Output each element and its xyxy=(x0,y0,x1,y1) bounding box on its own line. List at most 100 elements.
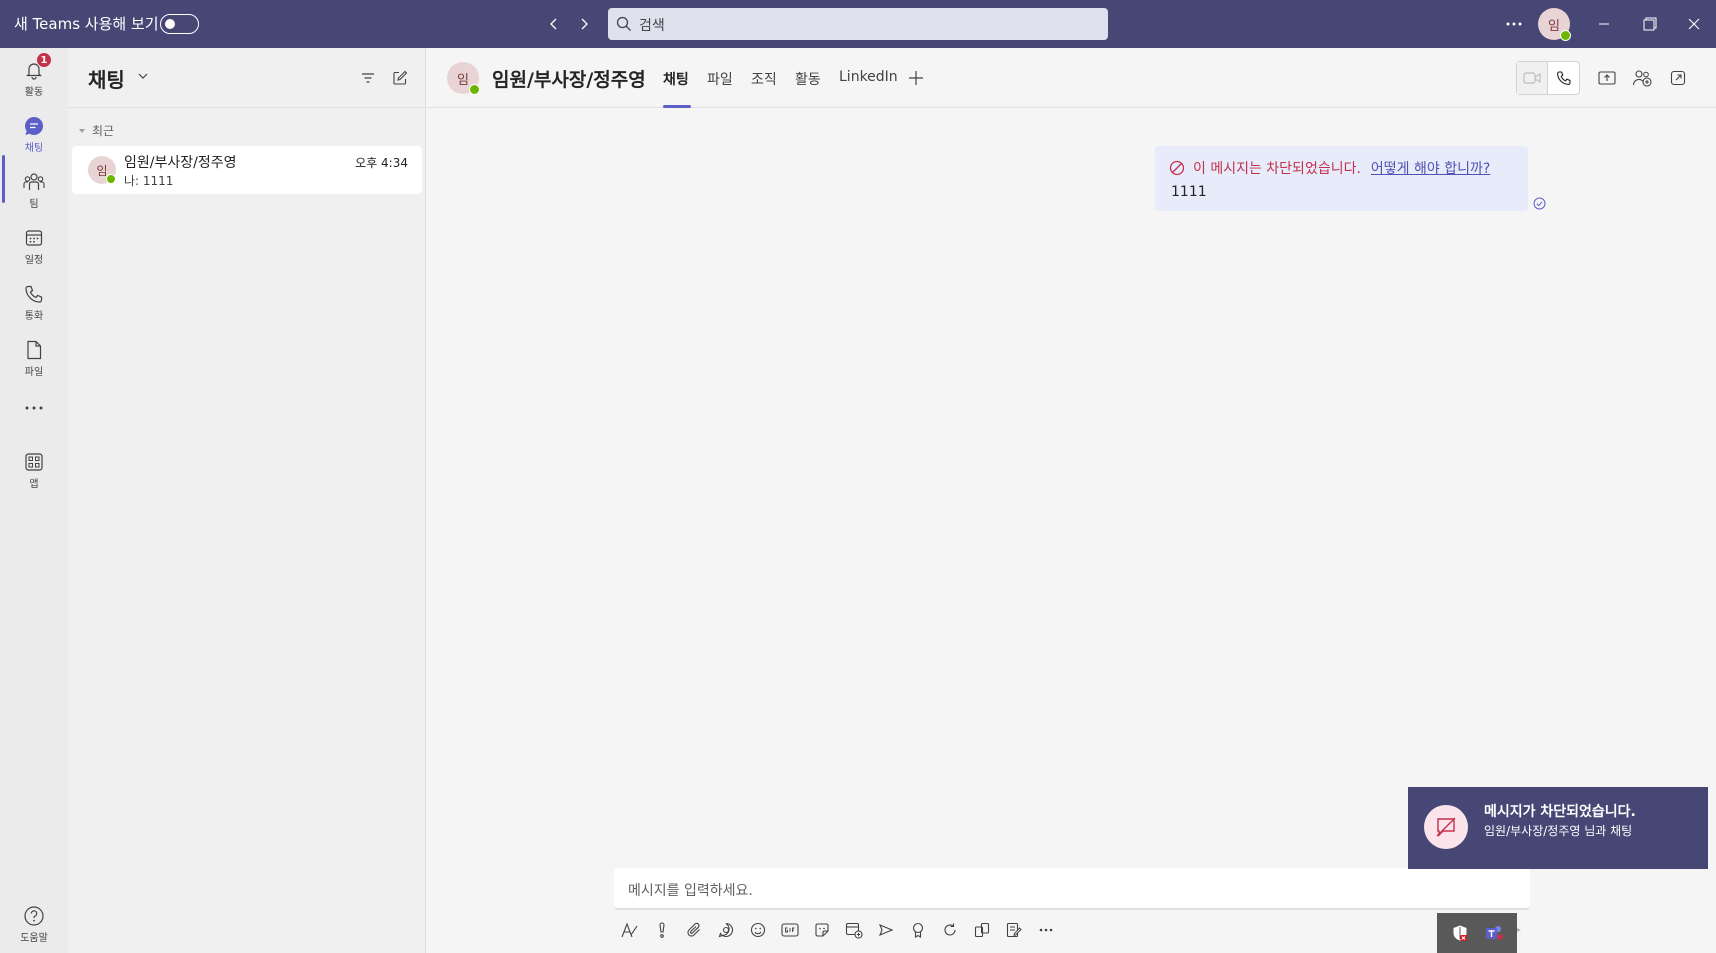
chat-header-name: 임원/부사장/정주영 xyxy=(492,69,646,91)
message-body: 1111 xyxy=(1171,184,1207,200)
exclamation-icon xyxy=(659,922,665,938)
chat-list-header: 채팅 xyxy=(68,48,426,108)
paperclip-icon xyxy=(687,922,700,937)
stream-play-icon xyxy=(879,923,894,937)
more-horizontal-icon xyxy=(1039,928,1053,932)
more-apps-button[interactable] xyxy=(1030,916,1062,944)
chat-item-preview: 나: 1111 xyxy=(124,174,174,188)
chevron-right-icon xyxy=(581,18,588,30)
rail-item-help[interactable]: 도움말 xyxy=(0,898,68,952)
forward-button[interactable] xyxy=(572,12,596,36)
profile-avatar[interactable]: 임 xyxy=(1538,8,1571,41)
chat-item-time: 오후 4:34 xyxy=(355,156,408,170)
share-screen-icon xyxy=(1598,71,1616,85)
rail-label-help: 도움말 xyxy=(20,933,48,944)
compose-icon xyxy=(393,70,408,85)
search-box[interactable]: 검색 xyxy=(608,8,1108,40)
toggle-knob xyxy=(165,19,175,29)
chat-list-item[interactable]: 임 임원/부사장/정주영 나: 1111 오후 4:34 xyxy=(72,146,422,194)
toast-title: 메시지가 차단되었습니다. xyxy=(1484,804,1636,820)
new-chat-button[interactable] xyxy=(388,66,412,90)
chat-list-pane: 채팅 최근 임 임원/부사장/정주영 나: 1111 오후 4:34 xyxy=(68,48,426,953)
app-rail: 1 활동 채팅 팀 일정 통화 파일 앱 도움말 xyxy=(0,48,68,953)
teams-icon xyxy=(23,173,45,190)
stream-button[interactable] xyxy=(870,916,902,944)
audio-call-button[interactable] xyxy=(1548,62,1579,94)
rail-label-activity: 활동 xyxy=(24,87,44,98)
rail-more-apps-button[interactable] xyxy=(0,390,68,430)
back-button[interactable] xyxy=(542,12,566,36)
help-icon xyxy=(24,906,44,926)
recent-section-header[interactable]: 최근 xyxy=(78,122,114,139)
format-button[interactable] xyxy=(614,916,646,944)
schedule-meeting-button[interactable] xyxy=(838,916,870,944)
security-shield-icon[interactable] xyxy=(1451,924,1469,942)
tab-files[interactable]: 파일 xyxy=(707,69,733,89)
phone-icon xyxy=(25,285,43,303)
message-compose-box[interactable]: 메시지를 입력하세요. xyxy=(614,868,1530,910)
gif-button[interactable] xyxy=(774,916,806,944)
sticker-icon xyxy=(815,923,829,937)
tab-linkedin[interactable]: LinkedIn xyxy=(839,69,898,85)
compose-placeholder: 메시지를 입력하세요. xyxy=(628,883,753,899)
sticker-button[interactable] xyxy=(806,916,838,944)
filter-icon xyxy=(362,73,374,83)
more-horizontal-icon xyxy=(25,406,43,410)
call-button-group xyxy=(1516,61,1580,95)
blocked-message-text: 이 메시지는 차단되었습니다. xyxy=(1193,161,1361,177)
tab-activity[interactable]: 활동 xyxy=(795,69,821,89)
video-camera-icon xyxy=(1523,72,1541,84)
rail-item-activity[interactable]: 1 활동 xyxy=(0,52,68,106)
calendar-icon xyxy=(25,230,43,246)
filter-button[interactable] xyxy=(356,66,380,90)
chat-item-name: 임원/부사장/정주영 xyxy=(124,155,237,171)
pop-out-button[interactable] xyxy=(1666,66,1690,90)
message-bubble[interactable]: 이 메시지는 차단되었습니다. 어떻게 해야 합니까? 1111 xyxy=(1155,146,1528,211)
more-horizontal-icon xyxy=(1506,22,1522,26)
presence-available-icon xyxy=(1560,30,1571,41)
close-button[interactable] xyxy=(1680,10,1708,38)
rail-item-chat[interactable]: 채팅 xyxy=(0,108,68,162)
rail-item-calendar[interactable]: 일정 xyxy=(0,220,68,274)
apps-grid-icon xyxy=(25,453,43,471)
settings-more-button[interactable] xyxy=(1500,12,1528,36)
rail-item-calls[interactable]: 통화 xyxy=(0,276,68,330)
chevron-down-icon[interactable] xyxy=(137,70,149,82)
new-teams-toggle[interactable] xyxy=(160,14,199,34)
minimize-button[interactable] xyxy=(1590,10,1618,38)
add-people-button[interactable] xyxy=(1630,66,1654,90)
praise-button[interactable] xyxy=(902,916,934,944)
tab-org[interactable]: 조직 xyxy=(751,69,777,89)
blocked-toast-notification[interactable]: 메시지가 차단되었습니다. 임원/부사장/정주영 님과 채팅 xyxy=(1408,787,1708,869)
rail-label-chat: 채팅 xyxy=(24,143,44,154)
emoji-button[interactable] xyxy=(742,916,774,944)
file-icon xyxy=(27,340,42,360)
blocked-help-link[interactable]: 어떻게 해야 합니까? xyxy=(1371,158,1490,178)
phone-icon xyxy=(1556,71,1571,85)
approvals-icon xyxy=(974,922,990,938)
tab-chat[interactable]: 채팅 xyxy=(663,69,689,89)
approvals-button[interactable] xyxy=(966,916,998,944)
chat-list-title[interactable]: 채팅 xyxy=(88,64,125,93)
rail-item-files[interactable]: 파일 xyxy=(0,332,68,386)
important-button[interactable] xyxy=(646,916,678,944)
pop-out-icon xyxy=(1670,70,1686,86)
compose-toolbar xyxy=(614,916,1062,944)
video-call-button[interactable] xyxy=(1517,62,1549,94)
rail-item-teams[interactable]: 팀 xyxy=(0,164,68,218)
toast-subtitle: 임원/부사장/정주영 님과 채팅 xyxy=(1484,824,1633,838)
blocked-icon xyxy=(1169,160,1185,176)
add-tab-button[interactable] xyxy=(904,66,928,90)
forms-button[interactable] xyxy=(998,916,1030,944)
avatar-initial: 임 xyxy=(457,72,469,88)
chat-header-avatar[interactable]: 임 xyxy=(447,62,480,95)
loop-component-button[interactable] xyxy=(934,916,966,944)
recent-section-label: 최근 xyxy=(92,124,115,138)
teams-tray-icon[interactable] xyxy=(1483,924,1505,942)
share-screen-button[interactable] xyxy=(1595,66,1619,90)
rail-item-apps[interactable]: 앱 xyxy=(0,444,68,498)
praise-badge-icon xyxy=(912,922,924,938)
loop-button[interactable] xyxy=(710,916,742,944)
restore-button[interactable] xyxy=(1636,10,1664,38)
attach-button[interactable] xyxy=(678,916,710,944)
